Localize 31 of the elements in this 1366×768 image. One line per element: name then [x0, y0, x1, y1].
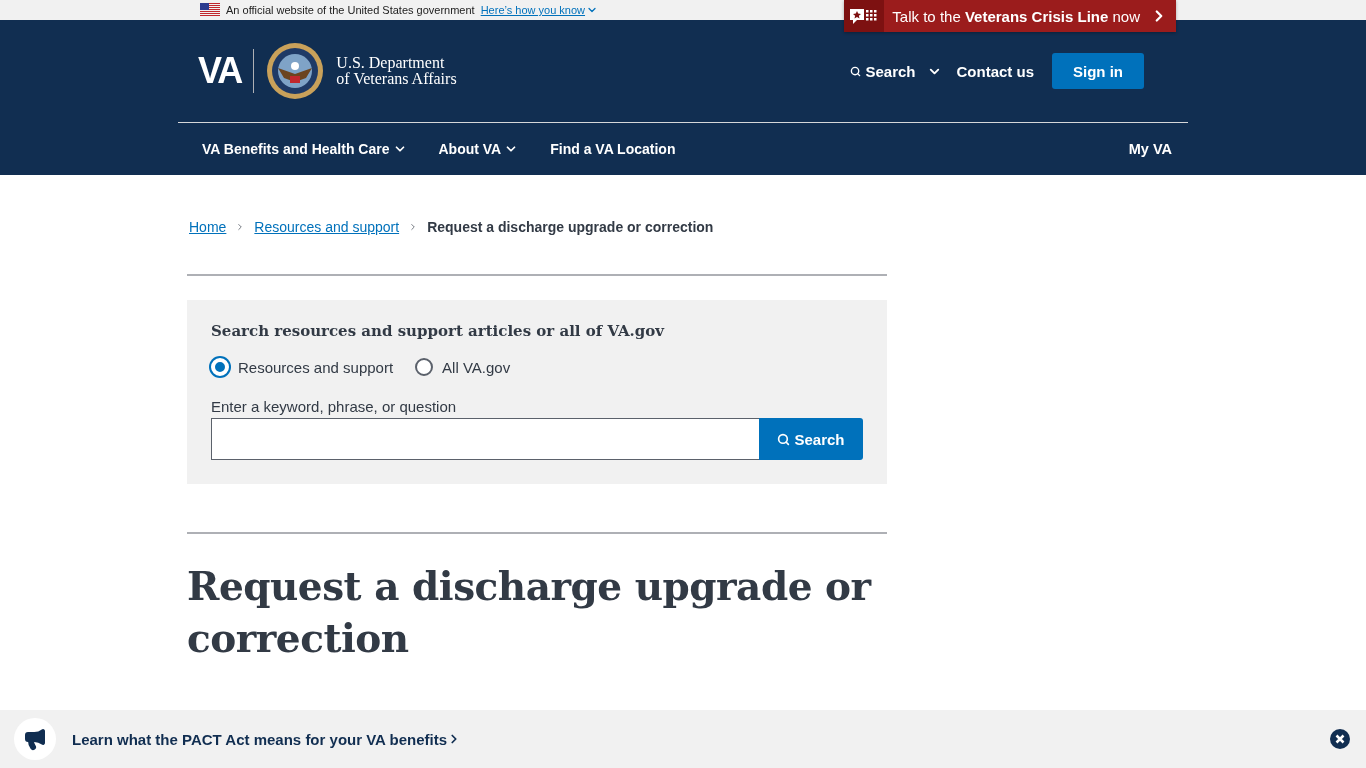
us-flag-icon — [200, 3, 220, 17]
official-website-text: An official website of the United States government — [226, 4, 475, 16]
department-seal-icon — [266, 42, 325, 100]
contact-us-link[interactable]: Contact us — [956, 62, 1034, 80]
search-button[interactable]: Search — [850, 62, 943, 80]
how-you-know-link[interactable]: Here’s how you know — [480, 4, 599, 16]
search-field[interactable] — [211, 418, 759, 460]
close-icon[interactable] — [1330, 729, 1350, 749]
breadcrumb-link[interactable]: Request a discharge upgrade or correction — [427, 219, 714, 235]
va-logo[interactable]: VA — [198, 49, 255, 93]
breadcrumb-link[interactable]: Home — [189, 219, 227, 235]
sign-in-button[interactable]: Sign in — [1052, 53, 1144, 89]
radio-label[interactable]: All VA.gov — [442, 358, 511, 376]
page-heading: Request a discharge upgrade or correction — [187, 562, 873, 663]
search-submit-button[interactable]: Search — [759, 418, 863, 460]
search-icon — [850, 65, 862, 77]
search-panel-title: Search resources and support articles or all of VA.gov — [211, 322, 666, 340]
megaphone-icon — [14, 718, 56, 760]
crisis-line-link[interactable]: Talk to the Veterans Crisis Line now — [844, 0, 1176, 32]
department-name: U.S. Department of Veterans Affairs — [336, 55, 457, 87]
my-va-link[interactable]: My VA — [1128, 140, 1172, 157]
nav-menu-item[interactable]: About VA — [438, 140, 519, 157]
pact-act-link[interactable]: Learn what the PACT Act means for your VA benefits — [72, 730, 462, 748]
radio-button[interactable] — [415, 358, 434, 376]
nav-menu-item[interactable]: VA Benefits and Health Care — [202, 140, 407, 157]
radio-label[interactable]: Resources and support — [238, 358, 394, 376]
search-field-label: Enter a keyword, phrase, or question — [211, 398, 458, 415]
breadcrumb-link[interactable]: Resources and support — [254, 219, 400, 235]
search-icon — [777, 432, 791, 446]
chat-star-icon — [850, 9, 877, 24]
nav-menu-item[interactable]: Find a VA Location — [550, 140, 676, 157]
